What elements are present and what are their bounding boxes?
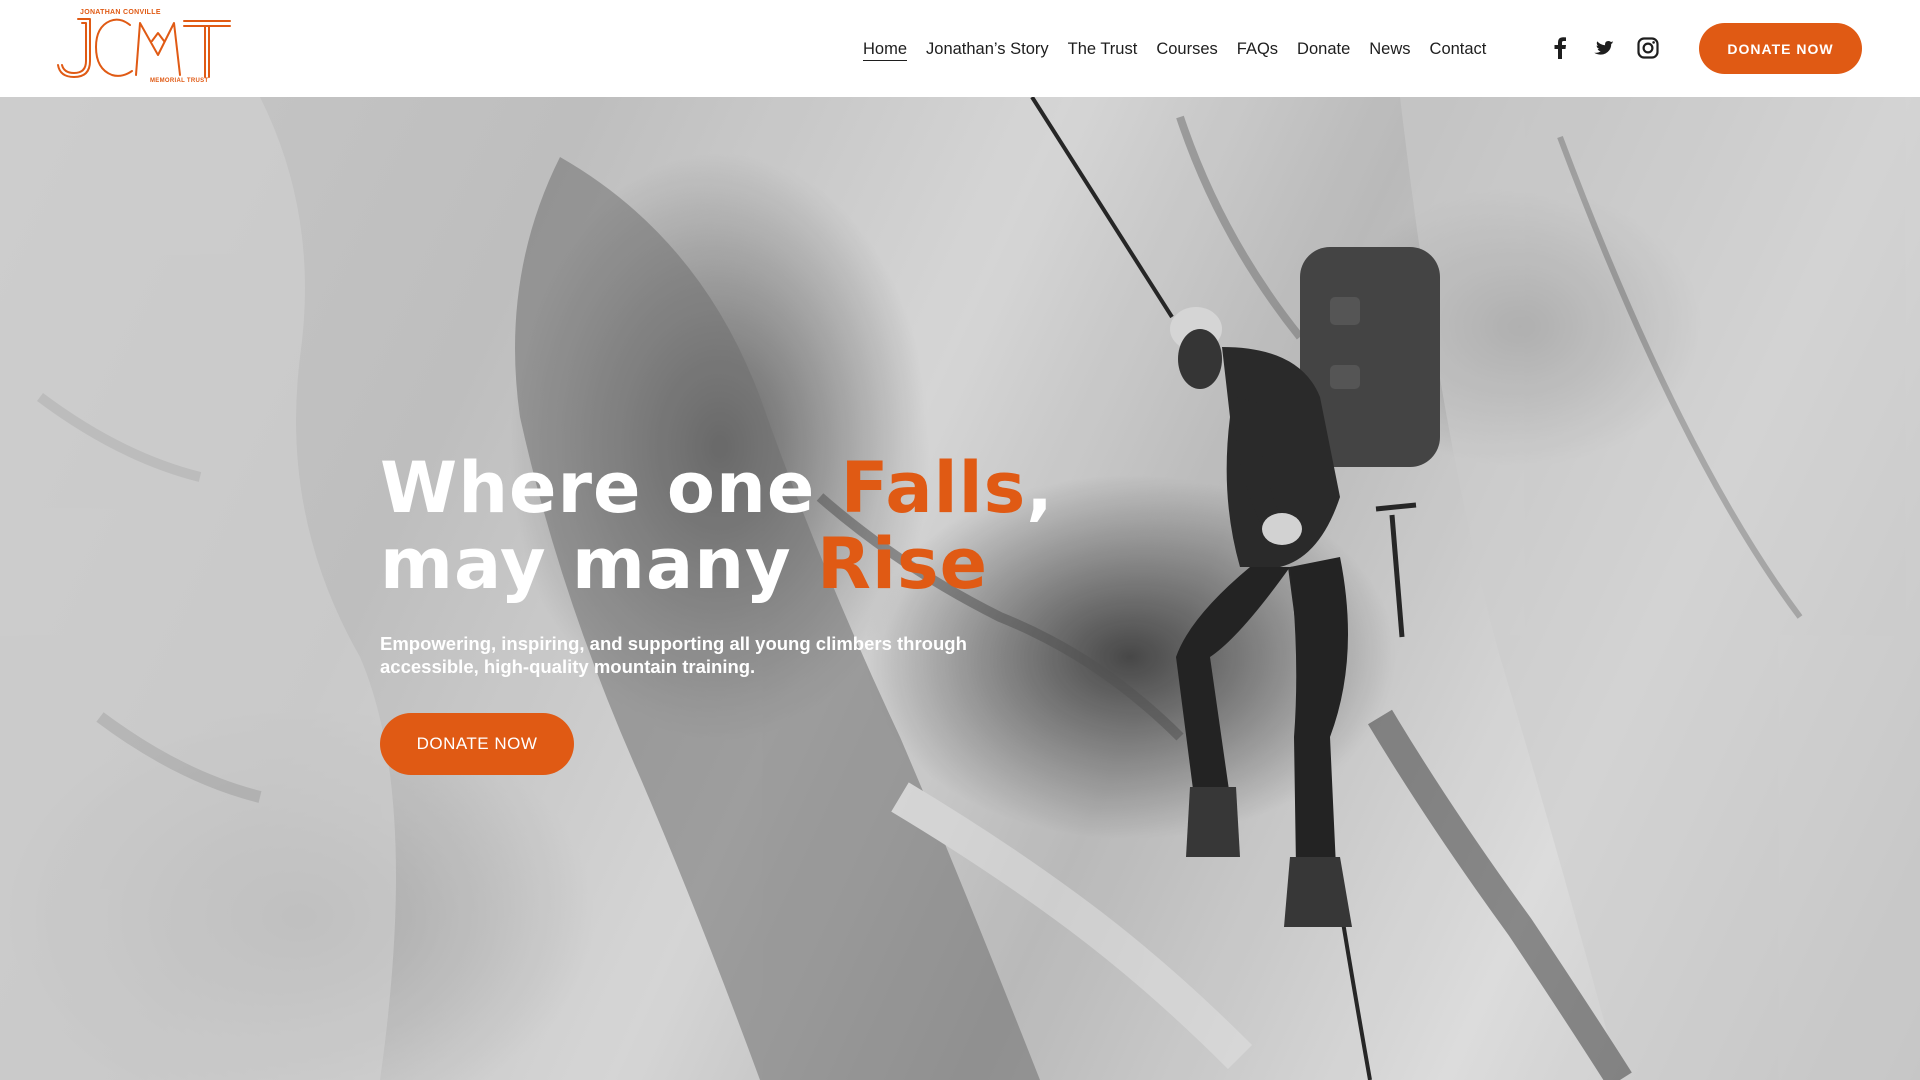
headline-line1-suffix: , (1026, 447, 1054, 529)
instagram-icon[interactable] (1636, 36, 1660, 60)
hero-subtitle: Empowering, inspiring, and supporting al… (380, 633, 967, 677)
hero-donate-button[interactable]: DONATE NOW (380, 713, 574, 775)
logo-letters-graphic (57, 18, 231, 78)
header-donate-button[interactable]: DONATE NOW (1699, 23, 1862, 74)
facebook-icon[interactable] (1548, 36, 1572, 60)
headline-accent-falls: Falls (840, 447, 1027, 529)
headline-accent-rise: Rise (817, 523, 989, 605)
nav-item-courses[interactable]: Courses (1156, 38, 1217, 61)
site-header: JONATHAN CONVILLE MEMORIAL TRUST Home Jo… (0, 0, 1920, 97)
nav-item-faqs[interactable]: FAQs (1237, 38, 1278, 61)
hero-section: Where one Falls, may many Rise Empowerin… (0, 97, 1920, 1080)
nav-item-contact[interactable]: Contact (1430, 38, 1487, 61)
nav-item-news[interactable]: News (1369, 38, 1410, 61)
logo-bottom-text: MEMORIAL TRUST (150, 78, 209, 84)
nav-item-donate[interactable]: Donate (1297, 38, 1350, 61)
headline-line1-prefix: Where one (380, 447, 841, 529)
hero-headline: Where one Falls, may many Rise (380, 450, 1054, 602)
nav-item-home[interactable]: Home (863, 38, 908, 61)
nav-item-jonathans-story[interactable]: Jonathan’s Story (926, 38, 1049, 61)
site-logo[interactable]: JONATHAN CONVILLE MEMORIAL TRUST (56, 9, 234, 89)
social-links (1548, 36, 1660, 60)
main-nav: Home Jonathan’s Story The Trust Courses … (863, 38, 1505, 61)
twitter-icon[interactable] (1592, 36, 1616, 60)
nav-item-the-trust[interactable]: The Trust (1068, 38, 1138, 61)
headline-line2-prefix: may many (380, 523, 818, 605)
